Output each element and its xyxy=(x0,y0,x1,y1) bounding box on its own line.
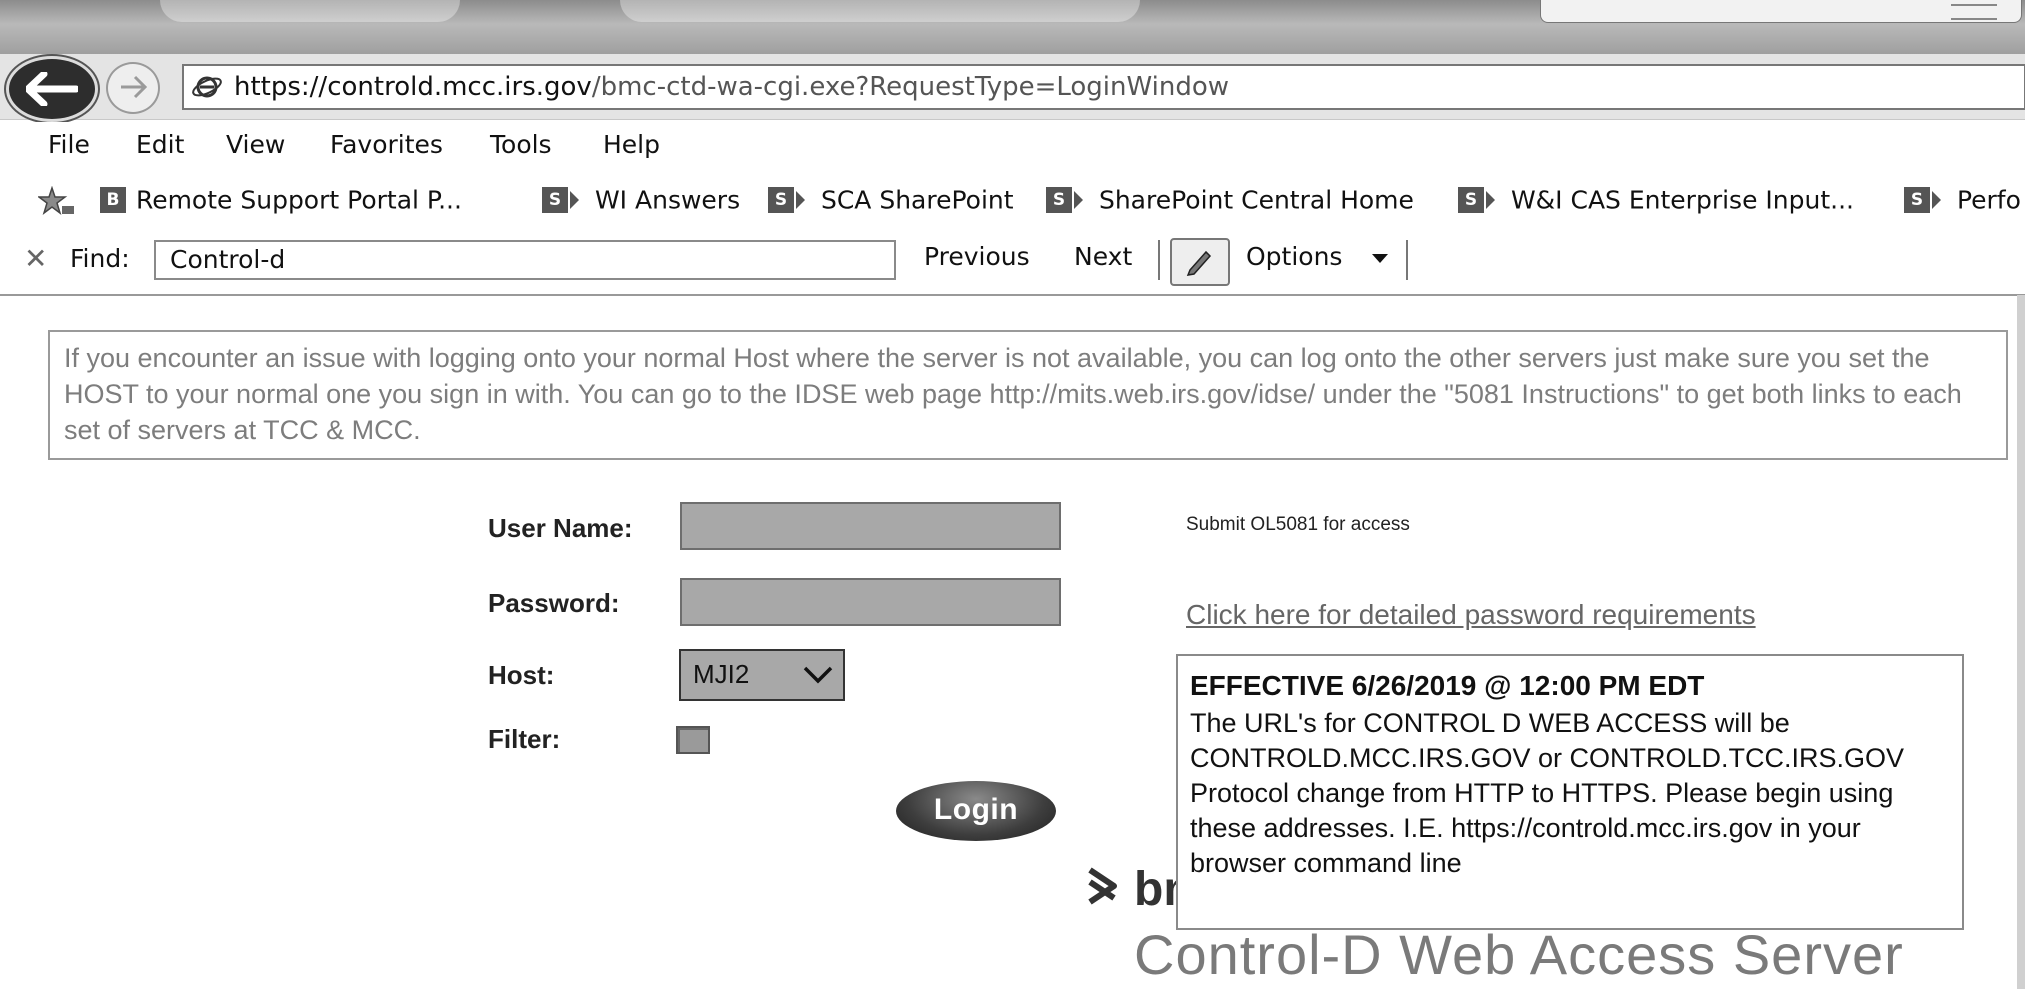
find-input[interactable]: Control-d xyxy=(154,240,896,280)
host-label: Host: xyxy=(488,660,555,690)
effective-date-announcement: EFFECTIVE 6/26/2019 @ 12:00 PM EDT The U… xyxy=(1176,654,1964,930)
product-title: Control-D Web Access Server xyxy=(1134,923,1904,986)
sharepoint-arrow-icon xyxy=(1486,191,1495,209)
filter-label: Filter: xyxy=(488,724,561,754)
chevron-down-icon xyxy=(803,666,833,684)
favorite-remote-support-portal[interactable]: B Remote Support Portal P... xyxy=(100,184,462,218)
bookmark-icon: B xyxy=(100,187,126,213)
menu-help[interactable]: Help xyxy=(603,130,660,159)
username-label: User Name: xyxy=(488,513,633,543)
host-select[interactable]: MJI2 xyxy=(679,649,845,701)
find-label: Find: xyxy=(70,244,130,273)
divider xyxy=(1406,240,1408,280)
title-strip-highlight xyxy=(160,0,460,22)
menu-favorites[interactable]: Favorites xyxy=(330,130,443,159)
pencil-icon xyxy=(1186,250,1212,276)
favorite-sharepoint-central-home[interactable]: S SharePoint Central Home xyxy=(1046,184,1414,218)
forward-arrow-icon xyxy=(121,75,147,99)
announcement-heading: EFFECTIVE 6/26/2019 @ 12:00 PM EDT xyxy=(1190,670,1705,701)
favorite-perfo[interactable]: S Perfo xyxy=(1904,184,2021,218)
username-input[interactable] xyxy=(680,502,1061,550)
bmc-chevron-icon xyxy=(1088,867,1117,905)
favorite-label: WI Answers xyxy=(594,185,741,215)
ie-logo-icon xyxy=(192,76,222,98)
sharepoint-arrow-icon xyxy=(796,191,805,209)
sharepoint-icon: S xyxy=(1904,187,1930,213)
login-button[interactable]: Login xyxy=(896,781,1056,841)
url-path: /bmc-ctd-wa-cgi.exe?RequestType=LoginWin… xyxy=(591,72,1230,102)
favorite-label: Perfo xyxy=(1956,185,2021,215)
sharepoint-arrow-icon xyxy=(1074,191,1083,209)
password-input[interactable] xyxy=(680,578,1061,626)
favorite-label: W&I CAS Enterprise Input... xyxy=(1510,185,1854,215)
address-url[interactable]: https://controld.mcc.irs.gov/bmc-ctd-wa-… xyxy=(234,72,1229,102)
back-arrow-icon xyxy=(26,72,78,106)
favorite-wi-cas-enterprise-input[interactable]: S W&I CAS Enterprise Input... xyxy=(1458,184,1854,218)
favorite-sca-sharepoint[interactable]: S SCA SharePoint xyxy=(768,184,1014,218)
browser-tab[interactable] xyxy=(1540,0,2022,23)
sharepoint-icon: S xyxy=(1046,187,1072,213)
favorite-wi-answers[interactable]: S WI Answers xyxy=(542,184,740,218)
menu-view[interactable]: View xyxy=(226,130,285,159)
sharepoint-arrow-icon xyxy=(570,191,579,209)
find-previous-button[interactable]: Previous xyxy=(924,242,1030,271)
menu-file[interactable]: File xyxy=(48,130,90,159)
menu-bar: File Edit View Favorites Tools Help xyxy=(0,122,2025,172)
url-protocol: https:// xyxy=(234,72,328,102)
find-bar: ✕ Find: Control-d Previous Next Options xyxy=(0,228,2025,296)
address-bar[interactable]: https://controld.mcc.irs.gov/bmc-ctd-wa-… xyxy=(182,64,2025,110)
bmc-logo-text: bmc xyxy=(1134,863,1176,916)
favorites-star-icon[interactable] xyxy=(38,186,76,216)
favorites-bar: B Remote Support Portal P... S WI Answer… xyxy=(0,172,2025,228)
sharepoint-icon: S xyxy=(542,187,568,213)
filter-checkbox[interactable] xyxy=(676,726,710,754)
announcement-body: The URL's for CONTROL D WEB ACCESS will … xyxy=(1190,708,1905,878)
host-value: MJI2 xyxy=(693,659,750,689)
highlight-button[interactable] xyxy=(1170,238,1230,286)
submit-ol5081-note: Submit OL5081 for access xyxy=(1186,514,1410,535)
favorite-label: SCA SharePoint xyxy=(820,185,1014,215)
password-label: Password: xyxy=(488,588,620,618)
close-icon[interactable]: ✕ xyxy=(24,242,47,275)
menu-edit[interactable]: Edit xyxy=(136,130,184,159)
find-next-button[interactable]: Next xyxy=(1074,242,1132,271)
window-title-strip xyxy=(0,0,2025,60)
chevron-down-icon[interactable] xyxy=(1372,254,1388,263)
find-options-button[interactable]: Options xyxy=(1246,242,1342,271)
sharepoint-icon: S xyxy=(768,187,794,213)
tab-menu-icon[interactable] xyxy=(1951,4,1997,20)
favorite-label: Remote Support Portal P... xyxy=(135,185,462,215)
page-scrollbar[interactable] xyxy=(2017,295,2025,989)
host-notice-box: If you encounter an issue with logging o… xyxy=(48,330,2008,460)
forward-button[interactable] xyxy=(106,62,160,114)
password-requirements-link[interactable]: Click here for detailed password require… xyxy=(1186,599,1756,631)
url-domain: controld.mcc.irs.gov xyxy=(327,72,592,102)
menu-tools[interactable]: Tools xyxy=(490,130,552,159)
title-strip-highlight xyxy=(620,0,1140,22)
sharepoint-icon: S xyxy=(1458,187,1484,213)
host-notice-text: If you encounter an issue with logging o… xyxy=(64,343,1962,445)
back-button[interactable] xyxy=(6,56,98,122)
favorite-label: SharePoint Central Home xyxy=(1098,185,1414,215)
sharepoint-arrow-icon xyxy=(1932,191,1941,209)
divider xyxy=(1158,240,1160,280)
